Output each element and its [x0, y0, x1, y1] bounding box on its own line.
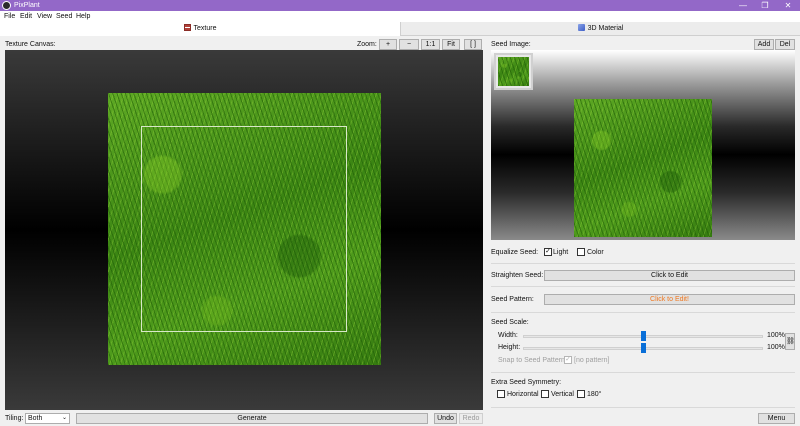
- width-label: Width:: [498, 332, 518, 339]
- link-icon[interactable]: ⛓: [785, 333, 795, 350]
- equalize-seed-label: Equalize Seed:: [491, 249, 539, 256]
- minimize-button[interactable]: —: [733, 0, 753, 11]
- generate-button[interactable]: Generate: [76, 413, 428, 424]
- delete-seed-button[interactable]: Del: [775, 39, 795, 50]
- divider: [491, 407, 795, 408]
- light-checkbox[interactable]: [544, 248, 552, 256]
- symmetry-label: Extra Seed Symmetry:: [491, 379, 562, 386]
- seed-pattern-label: Seed Pattern:: [491, 296, 534, 303]
- cube-icon: [577, 24, 585, 31]
- straighten-seed-label: Straighten Seed:: [491, 272, 544, 279]
- vertical-label: Vertical: [551, 391, 574, 398]
- menu-seed[interactable]: Seed: [56, 13, 72, 21]
- tab-3d-material[interactable]: 3D Material: [400, 22, 800, 36]
- texture-canvas-label: Texture Canvas:: [5, 41, 56, 48]
- divider: [491, 372, 795, 373]
- light-label: Light: [553, 249, 569, 256]
- menu-file[interactable]: File: [4, 13, 15, 21]
- straighten-edit-button[interactable]: Click to Edit: [544, 270, 795, 281]
- width-slider-thumb[interactable]: [640, 331, 646, 341]
- add-seed-button[interactable]: Add: [754, 39, 774, 50]
- app-icon: [2, 1, 11, 10]
- title-bar: PixPlant — ❐ ✕: [0, 0, 800, 11]
- maximize-button[interactable]: ❐: [755, 0, 775, 11]
- brick-icon: [183, 24, 191, 31]
- zoom-1to1-button[interactable]: 1:1: [421, 39, 440, 50]
- close-button[interactable]: ✕: [778, 0, 798, 11]
- seed-image-label: Seed Image:: [491, 41, 531, 48]
- menu-view[interactable]: View: [37, 13, 52, 21]
- menu-button[interactable]: Menu: [758, 413, 795, 424]
- menu-help[interactable]: Help: [76, 13, 90, 21]
- pattern-edit-button[interactable]: Click to Edit!: [544, 294, 795, 305]
- divider: [491, 312, 795, 313]
- vertical-checkbox[interactable]: [541, 390, 549, 398]
- snap-checkbox[interactable]: [564, 356, 572, 364]
- zoom-label: Zoom:: [357, 41, 377, 48]
- snap-label: Snap to Seed Pattern:: [498, 357, 567, 364]
- zoom-fit-button[interactable]: Fit: [442, 39, 460, 50]
- rotate-180-label: 180°: [587, 391, 602, 398]
- zoom-out-button[interactable]: −: [399, 39, 419, 50]
- seed-scale-label: Seed Scale:: [491, 319, 529, 326]
- menu-bar: File Edit View Seed Help: [0, 11, 800, 22]
- horizontal-label: Horizontal: [507, 391, 539, 398]
- zoom-brackets-button[interactable]: [ ]: [464, 39, 482, 50]
- tiling-select[interactable]: Both ⌄: [25, 413, 70, 424]
- zoom-in-button[interactable]: +: [379, 39, 397, 50]
- horizontal-checkbox[interactable]: [497, 390, 505, 398]
- menu-edit[interactable]: Edit: [20, 13, 32, 21]
- tab-bar: Texture 3D Material: [0, 22, 800, 36]
- window-title: PixPlant: [14, 2, 40, 9]
- tab-texture[interactable]: Texture: [0, 22, 400, 36]
- seed-image[interactable]: [574, 99, 712, 237]
- height-value: 100%: [767, 344, 785, 351]
- tiling-label: Tiling:: [5, 415, 24, 422]
- undo-button[interactable]: Undo: [434, 413, 457, 424]
- chevron-down-icon: ⌄: [61, 415, 67, 421]
- divider: [491, 263, 795, 264]
- color-checkbox[interactable]: [577, 248, 585, 256]
- width-value: 100%: [767, 332, 785, 339]
- seed-thumbnail[interactable]: [494, 53, 533, 90]
- rotate-180-checkbox[interactable]: [577, 390, 585, 398]
- redo-button[interactable]: Redo: [459, 413, 483, 424]
- tile-boundary[interactable]: [141, 126, 347, 332]
- color-label: Color: [587, 249, 604, 256]
- no-pattern-label: [no pattern]: [574, 357, 610, 364]
- divider: [491, 286, 795, 287]
- height-slider-thumb[interactable]: [640, 343, 646, 353]
- height-label: Height:: [498, 344, 521, 351]
